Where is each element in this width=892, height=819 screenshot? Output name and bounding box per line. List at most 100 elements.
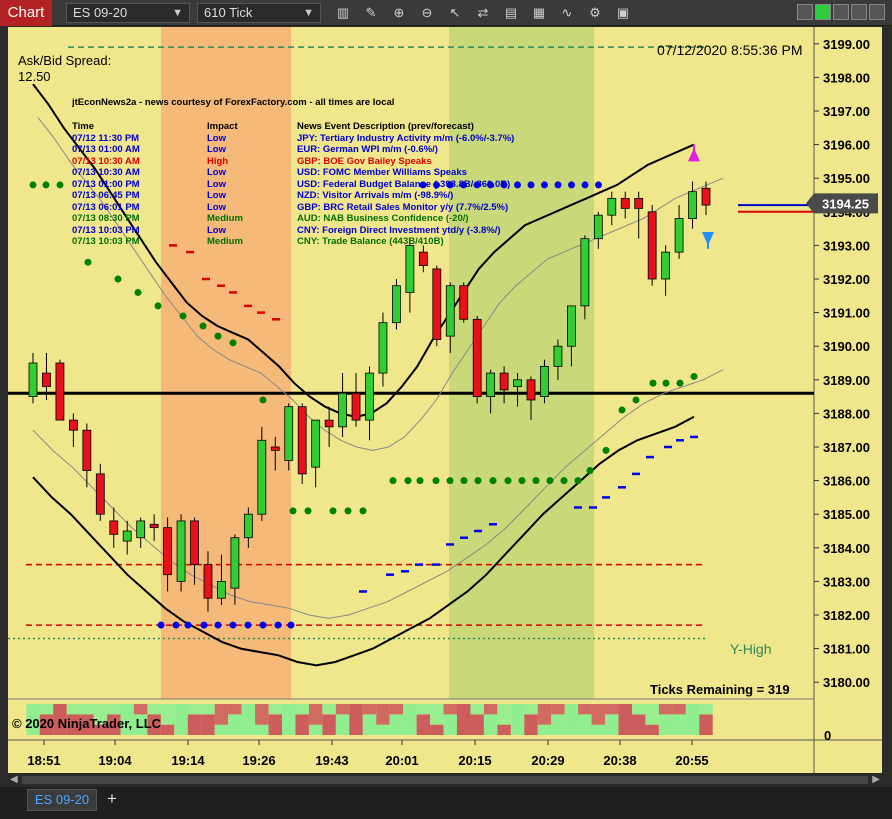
candle-body <box>122 530 132 542</box>
candle-body <box>163 527 173 576</box>
stop-dot-green <box>649 379 657 387</box>
candle-body <box>688 191 697 219</box>
scroll-track[interactable] <box>22 776 868 784</box>
candle-body <box>95 473 105 515</box>
candle-body <box>82 429 92 471</box>
zoom-in-icon[interactable]: ⊕ <box>390 4 408 22</box>
volume-bar <box>160 724 175 735</box>
candle-body <box>203 564 213 599</box>
stop-dot-green <box>460 477 468 485</box>
strategy-icon[interactable]: ⇄ <box>474 4 492 22</box>
candle-body <box>284 406 294 461</box>
volume-bar <box>268 714 283 735</box>
y-tick-label: 3196.00 <box>823 138 870 153</box>
volume-bar <box>362 714 377 735</box>
ninjatrader-chart-window: Chart ES 09-20 ▼ 610 Tick ▼ ▥ ✎ ⊕ ⊖ ↖ ⇄ … <box>0 0 892 819</box>
stop-dot-green <box>546 477 554 485</box>
volume-bar <box>322 714 336 735</box>
candle-body <box>607 197 617 216</box>
close-button[interactable] <box>869 4 885 20</box>
candle-body <box>190 520 199 566</box>
candle-body <box>311 419 321 468</box>
stop-dot-blue <box>157 621 165 629</box>
news-time: 07/13 01:00 AM <box>72 144 140 155</box>
instrument-tab[interactable]: ES 09-20 <box>27 789 97 811</box>
x-tick-label: 20:29 <box>531 753 564 768</box>
candle-body <box>243 513 253 539</box>
restore-button[interactable] <box>833 4 849 20</box>
stop-dot-green <box>618 406 626 414</box>
data-box-icon[interactable]: ▤ <box>502 4 520 22</box>
draw-icon[interactable]: ✎ <box>362 4 380 22</box>
volume-bar-fill <box>658 704 673 715</box>
bar-type-icon[interactable]: ▥ <box>334 4 352 22</box>
candle-body <box>351 392 361 421</box>
volume-bar <box>416 714 431 735</box>
link-button[interactable] <box>815 4 831 20</box>
add-tab-button[interactable]: + <box>101 789 123 811</box>
news-desc: USD: FOMC Member Williams Speaks <box>297 167 467 178</box>
x-tick-label: 19:14 <box>171 753 205 768</box>
minimize-button[interactable] <box>797 4 813 20</box>
volume-bar <box>228 714 242 735</box>
indicators-icon[interactable]: ▦ <box>530 4 548 22</box>
news-time: 07/13 08:30 PM <box>72 213 140 224</box>
horizontal-scrollbar[interactable]: ◀ ▶ <box>8 773 882 787</box>
y-tick-label: 3191.00 <box>823 306 870 321</box>
volume-bar <box>672 714 686 735</box>
stop-dot-blue <box>554 181 562 189</box>
pointer-icon[interactable]: ↖ <box>446 4 464 22</box>
volume-bar <box>443 714 457 735</box>
candle-body <box>445 285 455 337</box>
chart-menu-button[interactable]: Chart <box>0 0 52 26</box>
volume-bar <box>255 724 269 735</box>
volume-bar <box>591 724 606 735</box>
stop-dot-green <box>56 181 64 189</box>
stop-dot-green <box>602 446 610 454</box>
chevron-down-icon: ▼ <box>303 7 314 19</box>
copyright: © 2020 NinjaTrader, LLC <box>12 716 162 731</box>
y-tick-label: 3185.00 <box>823 507 870 522</box>
candle-body <box>55 362 65 421</box>
stop-dot-green <box>229 339 237 347</box>
news-impact: Low <box>207 167 226 178</box>
maximize-button[interactable] <box>851 4 867 20</box>
candle-body <box>567 305 576 347</box>
spread-value: 12.50 <box>18 69 51 84</box>
volume-bar-fill <box>308 704 323 725</box>
candle-body <box>526 379 536 401</box>
stop-dot-blue <box>274 621 282 629</box>
zoom-out-icon[interactable]: ⊖ <box>418 4 436 22</box>
volume-bar <box>470 714 484 735</box>
instrument-selector[interactable]: ES 09-20 ▼ <box>66 3 190 23</box>
candle-body <box>324 419 334 428</box>
news-impact: Low <box>207 132 226 144</box>
properties-icon[interactable]: ∿ <box>558 4 576 22</box>
news-impact: Low <box>207 190 226 201</box>
scroll-left-icon[interactable]: ◀ <box>10 774 18 785</box>
x-tick-label: 19:04 <box>98 753 132 768</box>
chart-panel[interactable]: 3199.00 3198.00 3197.00 3196.00 3195.00 3194.… <box>8 27 882 773</box>
candle-body <box>270 446 280 451</box>
candle-body <box>418 251 428 266</box>
news-desc: AUD: NAB Business Confidence (-20/) <box>297 213 469 224</box>
template-icon[interactable]: ⚙ <box>586 4 604 22</box>
news-header-impact: Impact <box>207 121 238 132</box>
volume-bar <box>376 724 390 735</box>
scroll-right-icon[interactable]: ▶ <box>872 774 880 785</box>
volume-bar-fill <box>295 704 309 715</box>
volume-bar-fill <box>416 704 431 715</box>
export-icon[interactable]: ▣ <box>614 4 632 22</box>
stop-dot-green <box>289 507 297 515</box>
y-tick-label: 3184.00 <box>823 541 870 556</box>
candle-body <box>392 285 401 324</box>
interval-selector[interactable]: 610 Tick ▼ <box>197 3 321 23</box>
volume-bar <box>335 714 350 735</box>
volume-bar <box>430 724 444 735</box>
chart-toolbar: Chart ES 09-20 ▼ 610 Tick ▼ ▥ ✎ ⊕ ⊖ ↖ ⇄ … <box>0 0 892 26</box>
news-desc: EUR: German WPI m/m (-0.6%/) <box>297 144 438 155</box>
volume-bar <box>510 704 525 735</box>
news-title: jtEconNews2a - news courtesy of ForexFac… <box>72 97 395 108</box>
volume-bar-fill <box>631 704 646 715</box>
stop-dot-blue <box>214 621 222 629</box>
